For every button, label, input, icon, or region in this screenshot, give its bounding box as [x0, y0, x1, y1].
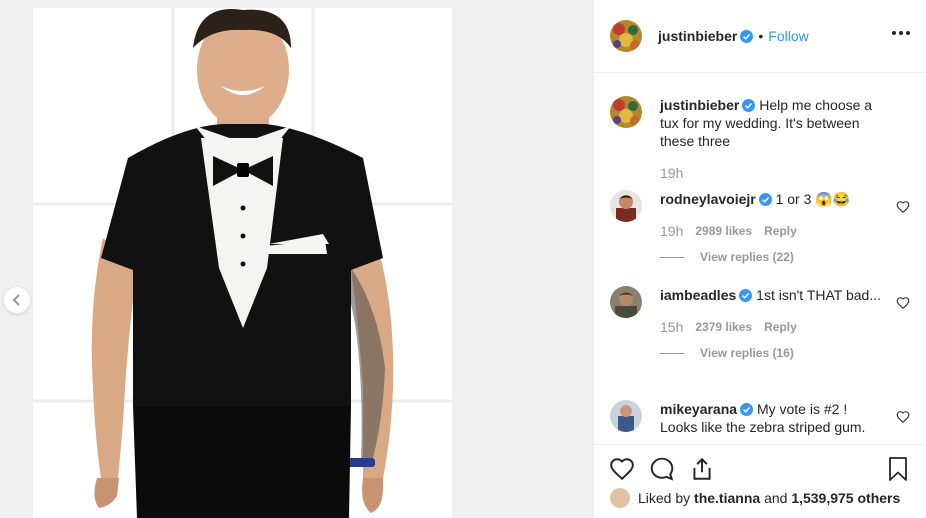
comment-body: iambeadles 1st isn't THAT bad... 15h 237…: [660, 286, 910, 362]
author-avatar[interactable]: [610, 20, 642, 52]
commenter-avatar-image: [610, 286, 642, 318]
comment-likes-count[interactable]: 2379 likes: [695, 318, 752, 336]
post-actions-bar: [594, 444, 926, 492]
comment-row: iambeadles 1st isn't THAT bad... 15h 237…: [610, 286, 910, 362]
author-avatar-image: [610, 20, 642, 52]
more-options-icon[interactable]: [892, 27, 910, 39]
view-replies-label: View replies (16): [700, 346, 794, 360]
verified-badge-icon: [740, 29, 754, 43]
comments-list[interactable]: justinbieber Help me choose a tux for my…: [594, 74, 926, 444]
comment-row: mikeyarana My vote is #2 ! Looks like th…: [610, 400, 910, 436]
comment-time[interactable]: 15h: [660, 318, 683, 336]
comment-row: rodneylavoiejr 1 or 3 😱😂 19h 2989 likes …: [610, 190, 910, 266]
verified-badge-icon: [740, 403, 754, 416]
comment-username[interactable]: rodneylavoiejr: [660, 191, 756, 207]
likes-summary: Liked by the.tianna and 1,539,975 others: [610, 488, 916, 508]
tuxedo-photo-illustration: [33, 8, 452, 518]
follow-button[interactable]: Follow: [768, 28, 808, 44]
comment-icon: [650, 457, 674, 481]
comment-username[interactable]: mikeyarana: [660, 401, 737, 417]
caption-time[interactable]: 19h: [660, 164, 683, 182]
caption-username[interactable]: justinbieber: [660, 97, 739, 113]
header-user-info: justinbieber • Follow: [658, 28, 809, 44]
likes-joiner: and: [764, 490, 788, 506]
caption-row: justinbieber Help me choose a tux for my…: [610, 96, 910, 182]
author-username[interactable]: justinbieber: [658, 28, 737, 44]
reply-button[interactable]: Reply: [764, 222, 797, 240]
post-header: justinbieber • Follow: [594, 0, 926, 73]
save-button[interactable]: [884, 455, 912, 483]
share-button[interactable]: [688, 455, 716, 483]
commenter-avatar-image: [610, 190, 642, 222]
media-pane: [0, 0, 593, 518]
comment-button[interactable]: [648, 455, 676, 483]
comment-body: rodneylavoiejr 1 or 3 😱😂 19h 2989 likes …: [660, 190, 910, 266]
comment-likes-count[interactable]: 2989 likes: [695, 222, 752, 240]
comment-time[interactable]: 19h: [660, 222, 683, 240]
comment-text: 1 or 3 😱😂: [775, 191, 851, 207]
comment-meta: 15h 2379 likes Reply: [660, 318, 882, 336]
reply-button[interactable]: Reply: [764, 318, 797, 336]
author-avatar-image: [610, 96, 642, 128]
verified-badge-icon: [742, 99, 756, 112]
commenter-avatar[interactable]: [610, 190, 642, 222]
chevron-left-icon: [12, 294, 20, 306]
like-button[interactable]: [608, 455, 636, 483]
likes-others-link[interactable]: 1,539,975 others: [791, 490, 900, 506]
share-icon: [693, 457, 711, 480]
commenter-avatar[interactable]: [610, 400, 642, 432]
separator-dot: •: [758, 28, 764, 44]
first-liker-link[interactable]: the.tianna: [694, 490, 760, 506]
verified-badge-icon: [739, 289, 753, 302]
view-replies-button[interactable]: View replies (22): [660, 248, 882, 266]
comment-like-heart-icon[interactable]: [896, 410, 910, 424]
liker-avatar[interactable]: [610, 488, 630, 508]
post-details-pane: justinbieber • Follow justinbieber Help …: [593, 0, 926, 518]
replies-divider-line: [660, 352, 684, 354]
caption-avatar[interactable]: [610, 96, 642, 128]
caption-body: justinbieber Help me choose a tux for my…: [660, 96, 910, 182]
likes-prefix: Liked by: [638, 490, 691, 506]
replies-divider-line: [660, 256, 684, 258]
bookmark-icon: [889, 456, 907, 481]
caption-meta: 19h: [660, 164, 882, 182]
comment-like-heart-icon[interactable]: [896, 296, 910, 310]
verified-badge-icon: [758, 193, 772, 206]
commenter-avatar-image: [610, 400, 642, 432]
heart-icon: [610, 457, 634, 480]
commenter-avatar[interactable]: [610, 286, 642, 318]
comment-meta: 19h 2989 likes Reply: [660, 222, 882, 240]
comment-like-heart-icon[interactable]: [896, 200, 910, 214]
comment-text: 1st isn't THAT bad...: [756, 287, 881, 303]
previous-image-button[interactable]: [4, 287, 30, 313]
comment-username[interactable]: iambeadles: [660, 287, 736, 303]
post-photo[interactable]: [33, 8, 452, 518]
comment-body: mikeyarana My vote is #2 ! Looks like th…: [660, 400, 910, 436]
view-replies-button[interactable]: View replies (16): [660, 344, 882, 362]
view-replies-label: View replies (22): [700, 250, 794, 264]
